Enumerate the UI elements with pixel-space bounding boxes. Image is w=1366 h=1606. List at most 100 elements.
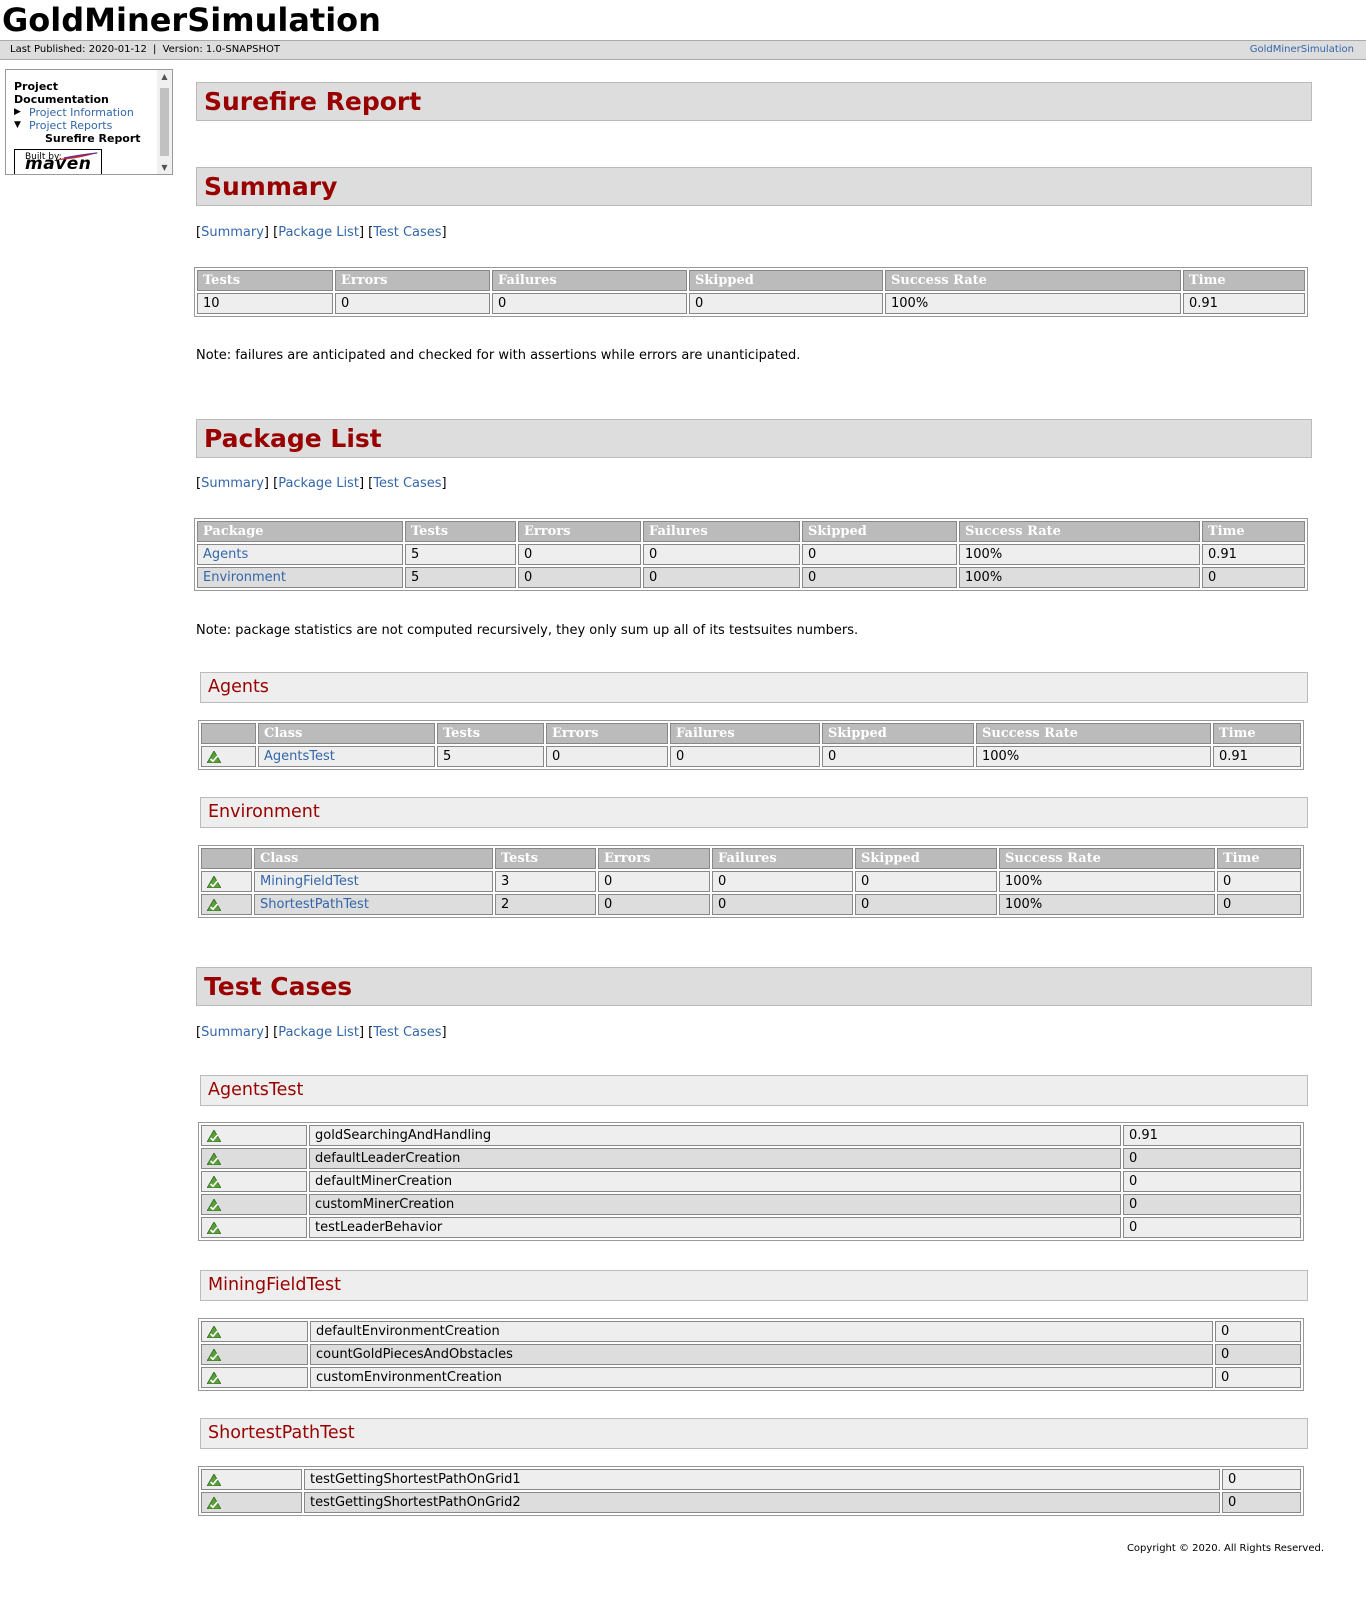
nav-item-project-information[interactable]: ▶ Project Information (14, 106, 154, 119)
cell-tests: 5 (405, 544, 516, 565)
cell-package[interactable]: Agents (197, 544, 403, 565)
table-row: customEnvironmentCreation 0 (201, 1367, 1301, 1388)
environment-class-table: Class Tests Errors Failures Skipped Succ… (198, 845, 1304, 918)
col-header-skipped: Skipped (822, 723, 974, 744)
col-header-tests: Tests (437, 723, 544, 744)
success-icon (207, 1496, 221, 1509)
suite-heading-shortestpathtest: ShortestPathTest (200, 1418, 1308, 1449)
cell-status (201, 1194, 307, 1215)
summary-table: Tests Errors Failures Skipped Success Ra… (194, 267, 1308, 317)
cell-skipped: 0 (802, 544, 957, 565)
col-header-status (201, 723, 256, 744)
project-home-link[interactable]: GoldMinerSimulation (1250, 41, 1354, 59)
package-link-agents[interactable]: Agents (203, 547, 248, 562)
link-test-cases[interactable]: Test Cases (373, 476, 441, 491)
link-package-list[interactable]: Package List (278, 476, 359, 491)
link-package-list[interactable]: Package List (278, 1025, 359, 1040)
cell-time: 0 (1215, 1367, 1301, 1388)
col-header-success-rate: Success Rate (999, 848, 1215, 869)
class-link-agentstest[interactable]: AgentsTest (264, 749, 335, 764)
cell-test-name: testLeaderBehavior (309, 1217, 1121, 1238)
link-package-list[interactable]: Package List (278, 225, 359, 240)
col-header-time: Time (1213, 723, 1301, 744)
cell-time: 0 (1215, 1321, 1301, 1342)
col-header-failures: Failures (670, 723, 820, 744)
table-header-row: Package Tests Errors Failures Skipped Su… (197, 521, 1305, 542)
col-header-skipped: Skipped (855, 848, 997, 869)
cell-tests: 2 (495, 894, 596, 915)
nav-column: Project Documentation ▶ Project Informat… (6, 70, 154, 174)
cell-test-name: countGoldPiecesAndObstacles (310, 1344, 1213, 1365)
scroll-up-icon[interactable]: ▲ (157, 72, 172, 81)
quicklinks-summary-section: [Summary] [Package List] [Test Cases] (196, 225, 447, 240)
powered-by[interactable]: Built by: maven (14, 149, 154, 174)
cell-test-name: goldSearchingAndHandling (309, 1125, 1121, 1146)
cell-class[interactable]: AgentsTest (258, 746, 435, 767)
cell-status (201, 1321, 308, 1342)
table-row: customMinerCreation 0 (201, 1194, 1301, 1215)
cell-success-rate: 100% (959, 544, 1200, 565)
nav-link-project-reports[interactable]: Project Reports (29, 119, 112, 132)
table-row: Agents 5 0 0 0 100% 0.91 (197, 544, 1305, 565)
cell-time: 0.91 (1123, 1125, 1301, 1146)
banner: GoldMinerSimulation (0, 0, 1366, 40)
cell-errors: 0 (598, 871, 710, 892)
cell-tests: 10 (197, 293, 333, 314)
cell-failures: 0 (643, 567, 800, 588)
cell-test-name: defaultLeaderCreation (309, 1148, 1121, 1169)
summary-heading: Summary (196, 167, 1312, 206)
col-header-failures: Failures (492, 270, 687, 291)
table-row: defaultLeaderCreation 0 (201, 1148, 1301, 1169)
table-row: countGoldPiecesAndObstacles 0 (201, 1344, 1301, 1365)
cell-test-name: testGettingShortestPathOnGrid2 (304, 1492, 1220, 1513)
cell-time: 0 (1217, 894, 1301, 915)
link-summary[interactable]: Summary (201, 1025, 264, 1040)
cell-class[interactable]: MiningFieldTest (254, 871, 493, 892)
cell-time: 0.91 (1183, 293, 1305, 314)
col-header-failures: Failures (712, 848, 853, 869)
cell-test-name: defaultEnvironmentCreation (310, 1321, 1213, 1342)
quicklinks-package-section: [Summary] [Package List] [Test Cases] (196, 476, 447, 491)
link-summary[interactable]: Summary (201, 225, 264, 240)
col-header-skipped: Skipped (689, 270, 883, 291)
cell-class[interactable]: ShortestPathTest (254, 894, 493, 915)
maven-logo[interactable]: Built by: maven (14, 149, 102, 174)
link-test-cases[interactable]: Test Cases (373, 225, 441, 240)
link-summary[interactable]: Summary (201, 476, 264, 491)
col-header-errors: Errors (518, 521, 641, 542)
scroll-down-icon[interactable]: ▼ (157, 163, 172, 172)
cell-skipped: 0 (822, 746, 974, 767)
cell-status (201, 1171, 307, 1192)
cell-errors: 0 (335, 293, 490, 314)
success-icon (207, 1152, 221, 1165)
table-header-row: Class Tests Errors Failures Skipped Succ… (201, 848, 1301, 869)
success-icon (207, 1473, 221, 1486)
nav-item-project-reports[interactable]: ▼ Project Reports (14, 119, 154, 132)
cell-status (201, 1148, 307, 1169)
col-header-failures: Failures (643, 521, 800, 542)
class-link-shortestpathtest[interactable]: ShortestPathTest (260, 897, 369, 912)
cell-tests: 5 (405, 567, 516, 588)
col-header-time: Time (1183, 270, 1305, 291)
cell-skipped: 0 (855, 894, 997, 915)
col-header-class: Class (258, 723, 435, 744)
col-header-errors: Errors (335, 270, 490, 291)
cell-skipped: 0 (689, 293, 883, 314)
table-header-row: Tests Errors Failures Skipped Success Ra… (197, 270, 1305, 291)
cell-time: 0 (1123, 1171, 1301, 1192)
nav-menu: ▶ Project Information ▼ Project Reports … (14, 106, 154, 145)
cell-test-name: customEnvironmentCreation (310, 1367, 1213, 1388)
cell-test-name: customMinerCreation (309, 1194, 1121, 1215)
class-link-miningfieldtest[interactable]: MiningFieldTest (260, 874, 359, 889)
sidebar-scrollbar[interactable]: ▲ ▼ (157, 70, 172, 174)
success-icon (207, 875, 221, 888)
cell-time: 0 (1123, 1194, 1301, 1215)
cell-failures: 0 (712, 871, 853, 892)
package-link-environment[interactable]: Environment (203, 570, 286, 585)
link-test-cases[interactable]: Test Cases (373, 1025, 441, 1040)
nav-link-project-information[interactable]: Project Information (29, 106, 134, 119)
cell-test-name: testGettingShortestPathOnGrid1 (304, 1469, 1220, 1490)
scrollbar-thumb[interactable] (160, 88, 169, 156)
col-header-skipped: Skipped (802, 521, 957, 542)
cell-package[interactable]: Environment (197, 567, 403, 588)
